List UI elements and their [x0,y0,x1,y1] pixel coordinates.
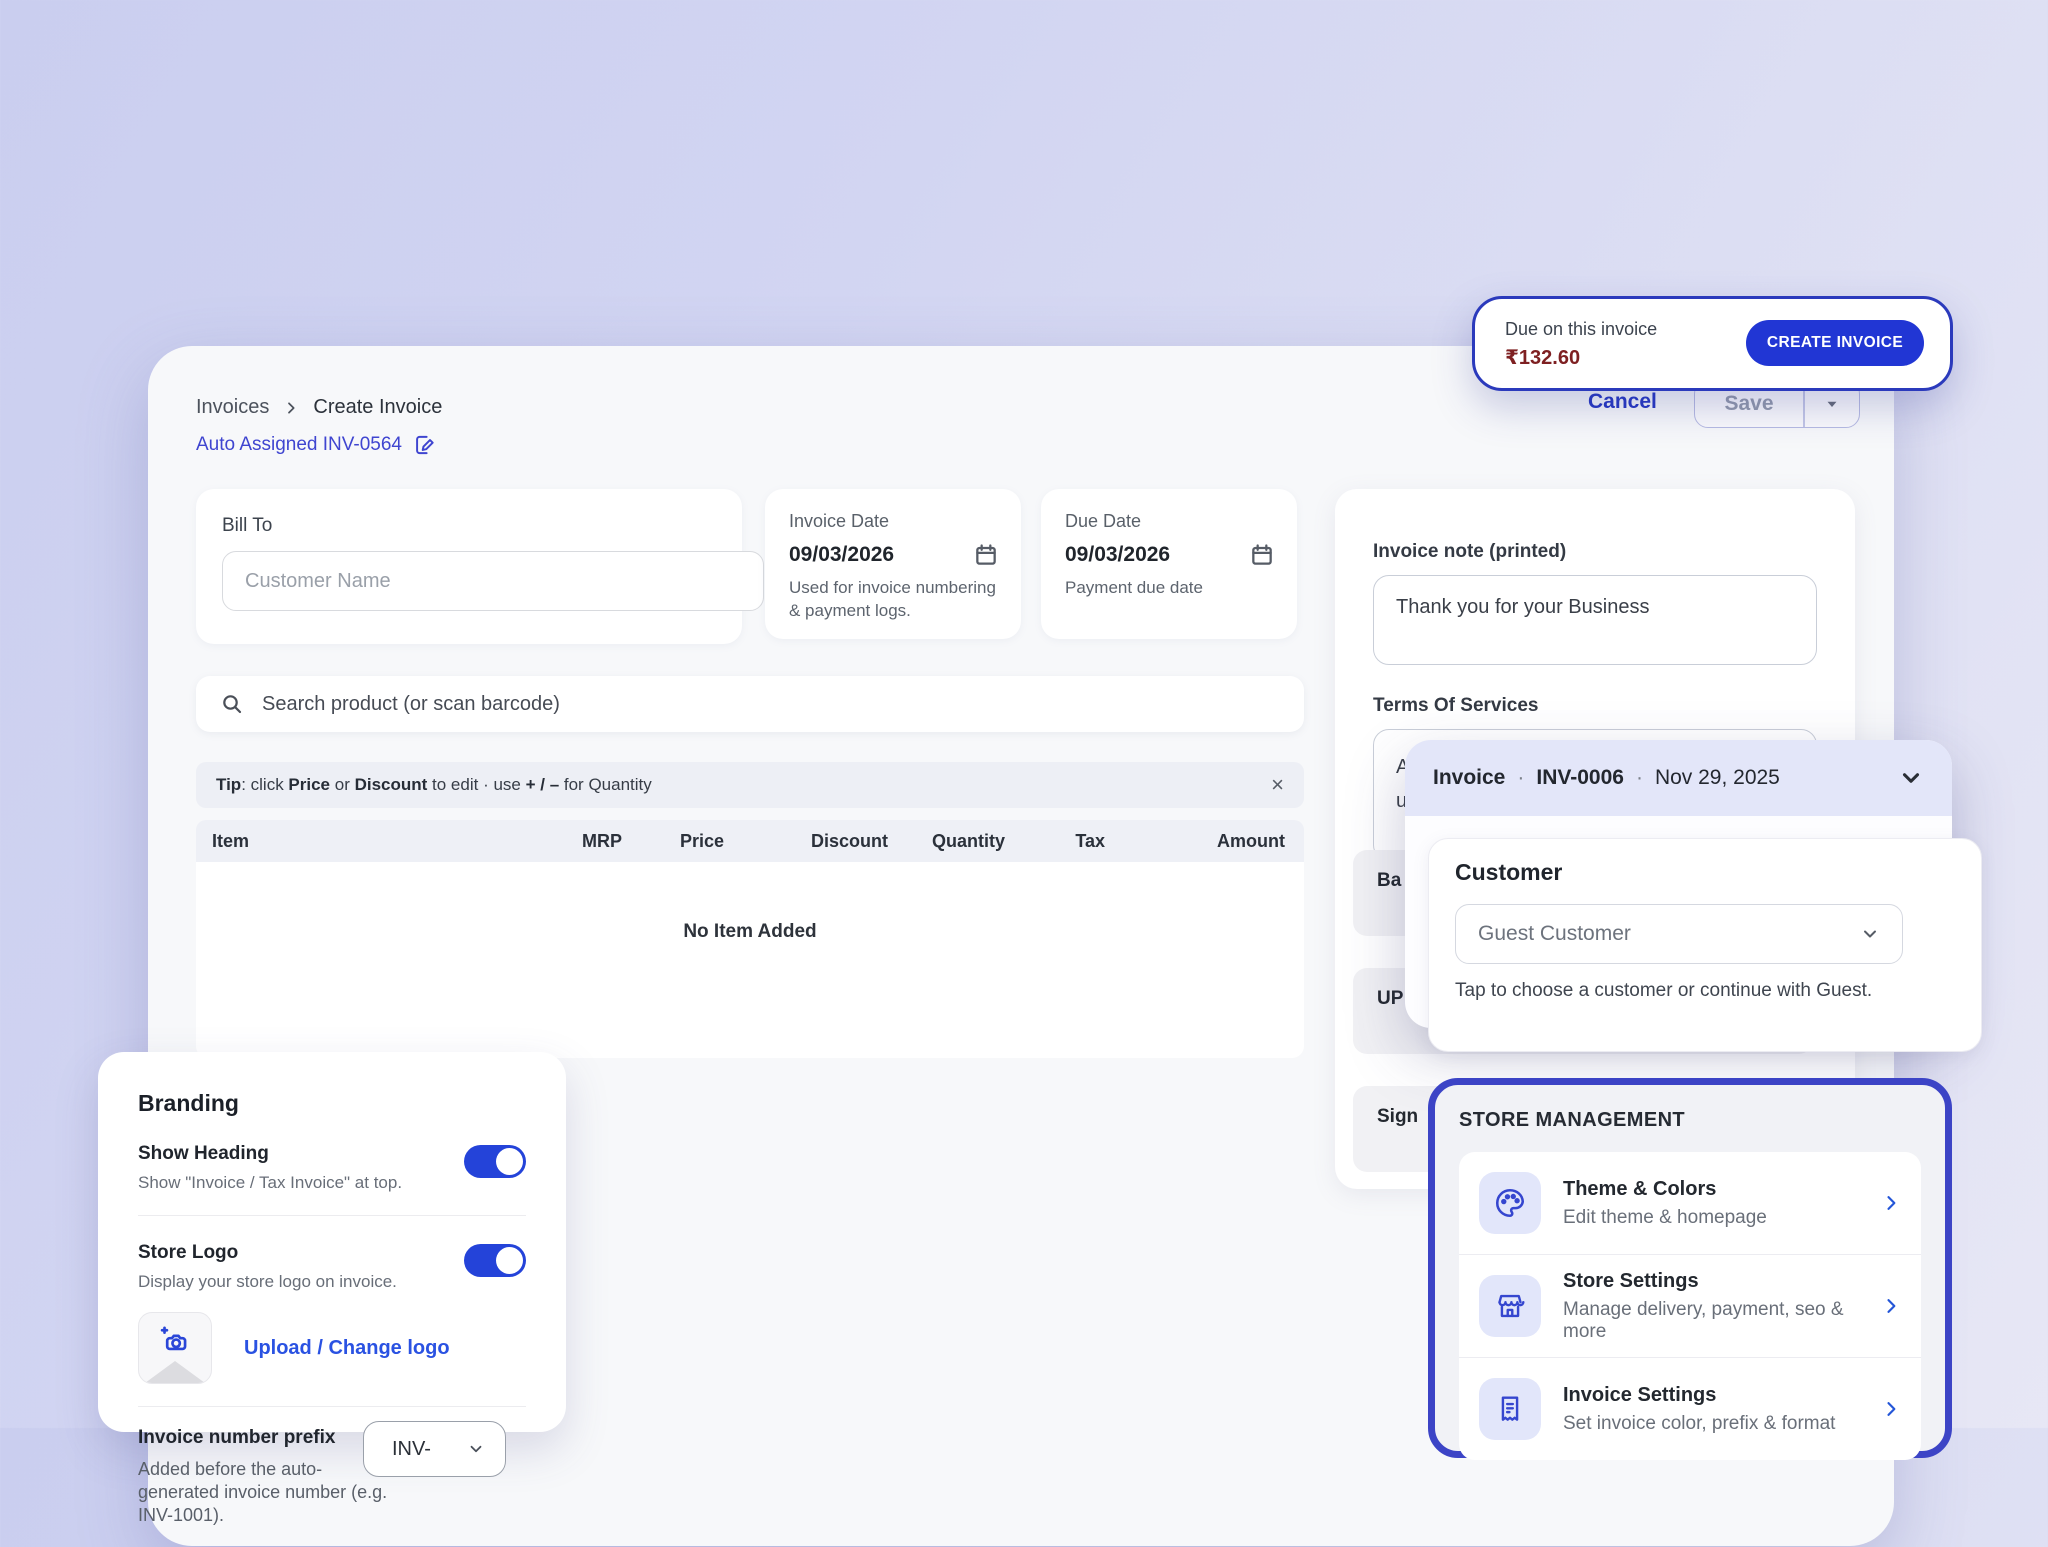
chevron-right-icon [1881,1296,1901,1316]
due-label: Due on this invoice [1505,319,1657,340]
product-search-bar[interactable] [196,676,1304,732]
invoice-date-label: Invoice Date [789,511,999,532]
invoice-prefix-setting: Invoice number prefix Added before the a… [138,1427,526,1547]
empty-state-text: No Item Added [683,921,816,943]
invoice-note-label: Invoice note (printed) [1373,541,1566,563]
due-date-value[interactable]: 09/03/2026 [1065,543,1170,567]
tip-banner: Tip: click Price or Discount to edit · u… [196,762,1304,808]
divider [138,1406,526,1407]
product-search-input[interactable] [260,692,1280,717]
menu-item-subtitle: Set invoice color, prefix & format [1563,1413,1859,1435]
divider [138,1215,526,1216]
col-discount: Discount [724,831,888,852]
bill-to-card: Bill To [196,489,742,644]
chevron-down-icon [467,1440,485,1458]
store-logo-setting: Store Logo Display your store logo on in… [138,1242,526,1292]
image-placeholder-icon [145,1361,205,1383]
storefront-icon [1479,1275,1541,1337]
due-summary-card: Due on this invoice ₹132.60 CREATE INVOI… [1472,296,1953,391]
menu-item-title: Store Settings [1563,1270,1859,1293]
show-heading-helper: Show "Invoice / Tax Invoice" at top. [138,1173,526,1193]
due-amount: ₹132.60 [1505,345,1580,370]
col-item: Item [212,831,492,852]
chevron-down-icon [1860,924,1880,944]
show-heading-setting: Show Heading Show "Invoice / Tax Invoice… [138,1143,526,1193]
branding-card: Branding Show Heading Show "Invoice / Ta… [98,1052,566,1432]
due-date-helper: Payment due date [1065,576,1275,599]
upload-change-logo-link[interactable]: Upload / Change logo [244,1337,450,1360]
palette-icon [1479,1172,1541,1234]
drawer-sep1: · [1517,766,1524,790]
invoice-date-card: Invoice Date 09/03/2026 Used for invoice… [765,489,1021,639]
items-table-header: Item MRP Price Discount Quantity Tax Amo… [196,820,1304,862]
store-management-list: Theme & Colors Edit theme & homepage Sto… [1459,1152,1921,1460]
cancel-button[interactable]: Cancel [1588,390,1657,414]
menu-item-subtitle: Edit theme & homepage [1563,1207,1859,1229]
search-icon [220,692,244,716]
customer-card: Customer Guest Customer Tap to choose a … [1428,838,1982,1052]
invoice-prefix-helper: Added before the auto-generated invoice … [138,1458,388,1527]
drawer-type: Invoice [1433,766,1505,790]
collapsed-section-bank-label: Ba [1377,870,1401,891]
store-logo-toggle[interactable] [464,1244,526,1277]
auto-assigned-invoice-number[interactable]: Auto Assigned INV-0564 [196,432,438,458]
calendar-icon[interactable] [973,542,999,568]
logo-preview-box[interactable] [138,1312,212,1384]
invoice-note-value: Thank you for your Business [1396,596,1649,618]
chevron-right-icon [1881,1193,1901,1213]
edit-icon[interactable] [412,432,438,458]
customer-select[interactable]: Guest Customer [1455,904,1903,964]
breadcrumb-invoices[interactable]: Invoices [196,396,269,419]
menu-item-title: Invoice Settings [1563,1384,1859,1407]
menu-item-title: Theme & Colors [1563,1178,1859,1201]
invoice-note-textarea[interactable]: Thank you for your Business [1373,575,1817,665]
bill-to-label: Bill To [222,515,720,537]
invoice-date-value[interactable]: 09/03/2026 [789,543,894,567]
menu-item-theme-colors[interactable]: Theme & Colors Edit theme & homepage [1459,1152,1921,1254]
store-management-title: STORE MANAGEMENT [1459,1109,1921,1132]
invoice-date-helper: Used for invoice numbering & payment log… [789,576,999,622]
customer-heading: Customer [1455,859,1955,886]
col-price: Price [622,831,724,852]
invoice-drawer: Invoice · INV-0006 · Nov 29, 2025 Custom… [1405,740,1952,1028]
breadcrumb-current: Create Invoice [313,396,442,419]
chevron-right-icon [283,400,299,416]
col-quantity: Quantity [888,831,1005,852]
close-icon[interactable]: × [1271,774,1284,796]
col-tax: Tax [1005,831,1105,852]
menu-item-invoice-settings[interactable]: Invoice Settings Set invoice color, pref… [1459,1357,1921,1460]
show-heading-toggle[interactable] [464,1145,526,1178]
drawer-sep2: · [1636,766,1643,790]
calendar-icon[interactable] [1249,542,1275,568]
menu-item-subtitle: Manage delivery, payment, seo & more [1563,1299,1859,1343]
menu-item-store-settings[interactable]: Store Settings Manage delivery, payment,… [1459,1254,1921,1357]
store-logo-helper: Display your store logo on invoice. [138,1272,526,1292]
tip-prefix: Tip [216,775,241,794]
terms-label: Terms Of Services [1373,695,1538,717]
invoice-prefix-value: INV- [392,1438,431,1461]
col-mrp: MRP [492,831,622,852]
customer-select-value: Guest Customer [1478,922,1631,946]
customer-helper: Tap to choose a customer or continue wit… [1455,980,1955,1002]
receipt-icon [1479,1378,1541,1440]
customer-name-input[interactable] [222,551,764,611]
chevron-right-icon [1881,1399,1901,1419]
store-management-card: STORE MANAGEMENT Theme & Colors Edit the… [1428,1078,1952,1458]
camera-plus-icon [158,1323,192,1357]
invoice-prefix-select[interactable]: INV- [363,1421,506,1477]
branding-title: Branding [138,1090,526,1117]
drawer-date: Nov 29, 2025 [1655,766,1780,790]
auto-assigned-label: Auto Assigned INV-0564 [196,434,402,456]
collapsed-section-upi-label: UP [1377,988,1403,1009]
collapsed-section-signature-label: Sign [1377,1106,1418,1127]
due-date-card: Due Date 09/03/2026 Payment due date [1041,489,1297,639]
due-date-label: Due Date [1065,511,1275,532]
drawer-invoice-number: INV-0006 [1536,766,1624,790]
chevron-down-icon[interactable] [1898,765,1924,791]
breadcrumb: Invoices Create Invoice [196,396,442,419]
items-table-empty-state: No Item Added [196,862,1304,1058]
invoice-drawer-header[interactable]: Invoice · INV-0006 · Nov 29, 2025 [1405,740,1952,816]
col-amount: Amount [1105,831,1285,852]
create-invoice-button[interactable]: CREATE INVOICE [1746,320,1924,366]
